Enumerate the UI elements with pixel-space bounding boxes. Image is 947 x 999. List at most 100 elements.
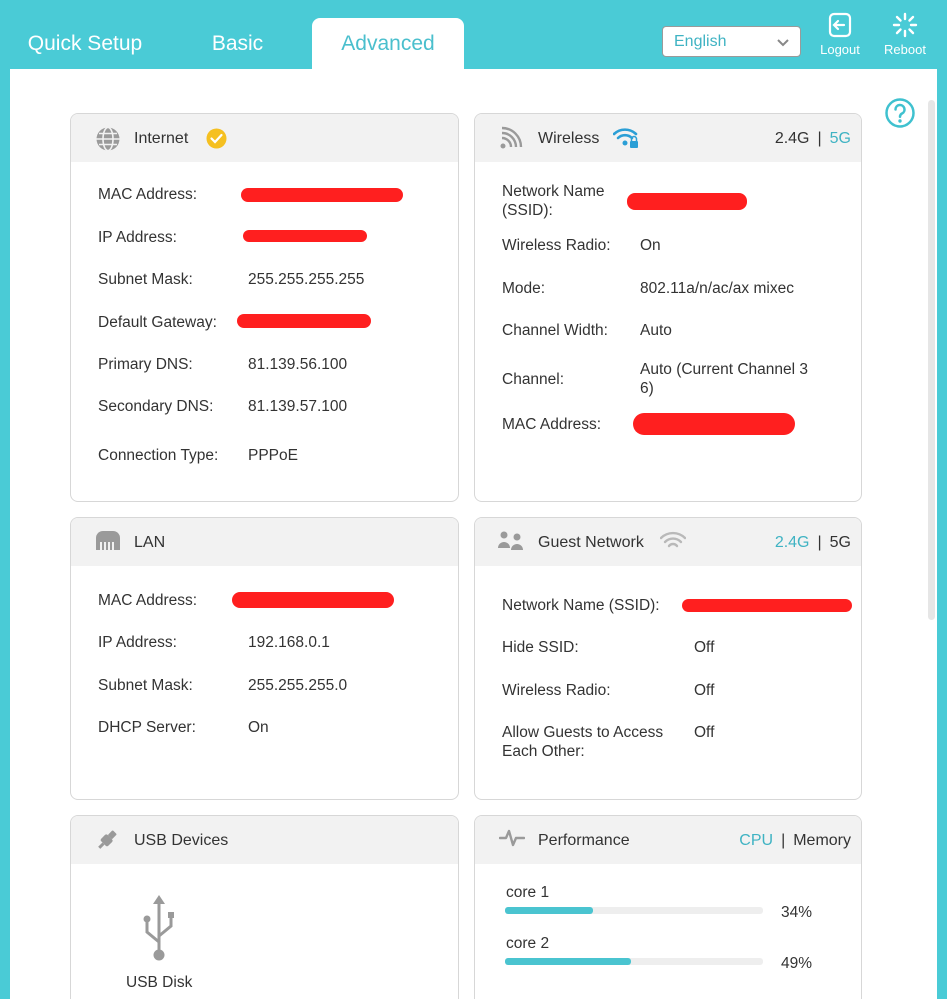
logout-icon (828, 12, 852, 38)
wifi-status-icon (613, 128, 638, 148)
performance-toggle-memory[interactable]: Memory (793, 832, 851, 849)
guests-icon (498, 531, 523, 550)
guest-allow-access-label-line1: Allow Guests to Access (502, 724, 664, 741)
lan-dhcp-label: DHCP Server: (98, 719, 196, 736)
wireless-card: Wireless 2.4G | 5G Network Name (SSID): Wi… (474, 113, 862, 502)
redacted-internet-ip (243, 230, 367, 242)
guest-network-card-header: Guest Network 2.4G | 5G (475, 518, 861, 566)
guest-hide-ssid-label: Hide SSID: (502, 639, 579, 656)
core-1-label: core 1 (506, 884, 550, 901)
internet-ip-label: IP Address: (98, 229, 177, 246)
lan-ip-label: IP Address: (98, 634, 177, 651)
lan-card-title: LAN (134, 534, 166, 551)
internet-primary-dns-value: 81.139.56.100 (248, 356, 348, 373)
usb-icon[interactable] (139, 894, 179, 964)
wifi-icon (660, 531, 686, 548)
internet-card-title: Internet (134, 130, 189, 147)
reboot-icon (892, 12, 918, 38)
guest-band-5g[interactable]: 5G (830, 534, 851, 551)
internet-subnet-label: Subnet Mask: (98, 271, 193, 288)
wireless-card-title: Wireless (538, 130, 600, 147)
wireless-radio-label: Wireless Radio: (502, 237, 611, 254)
core-1-percent: 34% (781, 904, 813, 921)
core-2-bar-fill (505, 958, 632, 965)
wireless-band-separator: | (817, 130, 822, 147)
wireless-signal-icon (500, 126, 523, 149)
guest-band-24g[interactable]: 2.4G (775, 534, 810, 551)
lan-port-icon (96, 531, 120, 550)
redacted-internet-mac (241, 188, 403, 202)
lan-subnet-label: Subnet Mask: (98, 677, 193, 694)
core-1-bar (505, 907, 763, 914)
performance-toggle-cpu[interactable]: CPU (739, 832, 773, 849)
wireless-mac-label: MAC Address: (502, 416, 602, 433)
guest-radio-value: Off (694, 682, 715, 699)
guest-ssid-label: Network Name (SSID): (502, 597, 660, 614)
wireless-channel-value-line1: Auto (Current Channel 3 (640, 361, 809, 378)
wireless-band-24g[interactable]: 2.4G (775, 130, 810, 147)
core-2-label: core 2 (506, 935, 550, 952)
redacted-guest-ssid (682, 599, 852, 612)
wireless-band-toggle: 2.4G | 5G (775, 130, 851, 148)
globe-icon (96, 126, 120, 152)
wireless-channel-value-line2: 6) (640, 380, 654, 397)
redacted-internet-gateway (237, 314, 371, 328)
performance-card: Performance CPU | Memory core 1 34% core 2… (474, 815, 862, 999)
pulse-icon (499, 829, 525, 847)
top-navigation: Quick Setup Basic Advanced English Logou… (0, 0, 947, 70)
lan-ip-value: 192.168.0.1 (248, 634, 330, 651)
lan-mac-label: MAC Address: (98, 592, 198, 609)
internet-subnet-value: 255.255.255.255 (248, 271, 365, 288)
guest-network-card: Guest Network 2.4G | 5G Network Name (SSID… (474, 517, 862, 800)
reboot-button[interactable]: Reboot (875, 12, 935, 57)
core-1-bar-fill (505, 907, 593, 914)
guest-hide-ssid-value: Off (694, 639, 715, 656)
language-select[interactable]: English (662, 26, 801, 57)
performance-card-title: Performance (538, 832, 630, 849)
wireless-band-5g[interactable]: 5G (830, 130, 851, 147)
internet-connection-type-value: PPPoE (248, 447, 298, 464)
guest-band-toggle: 2.4G | 5G (775, 534, 851, 552)
tab-advanced[interactable]: Advanced (312, 18, 464, 70)
guest-band-separator: | (817, 534, 822, 551)
lan-card: LAN MAC Address: IP Address: 192.168.0.1… (70, 517, 459, 800)
internet-card: Internet MAC Address: IP Address: Subnet… (70, 113, 459, 502)
reboot-label: Reboot (884, 42, 926, 57)
connected-check-icon (206, 128, 227, 149)
performance-toggle-separator: | (781, 832, 786, 849)
guest-allow-access-value: Off (694, 724, 715, 741)
language-selected: English (674, 32, 727, 50)
internet-secondary-dns-value: 81.139.57.100 (248, 398, 348, 415)
guest-radio-label: Wireless Radio: (502, 682, 611, 699)
wireless-ssid-label-line1: Network Name (502, 183, 605, 200)
internet-card-header: Internet (71, 114, 458, 162)
wireless-mode-value: 802.11a/n/ac/ax mixec (640, 280, 794, 297)
scrollbar[interactable] (928, 100, 935, 620)
redacted-wireless-mac (633, 413, 795, 435)
wireless-channel-width-value: Auto (640, 322, 672, 339)
chevron-down-icon (777, 39, 789, 47)
usb-disk-label[interactable]: USB Disk (126, 973, 192, 992)
tab-quick-setup[interactable]: Quick Setup (10, 18, 160, 70)
usb-plug-icon (98, 830, 117, 849)
performance-toggle: CPU | Memory (739, 832, 851, 850)
guest-allow-access-label-line2: Each Other: (502, 743, 585, 760)
internet-gateway-label: Default Gateway: (98, 314, 217, 331)
lan-subnet-value: 255.255.255.0 (248, 677, 348, 694)
usb-devices-card-header: USB Devices (71, 816, 458, 864)
performance-card-header: Performance CPU | Memory (475, 816, 861, 864)
help-icon[interactable] (884, 97, 916, 129)
core-2-bar (505, 958, 763, 965)
usb-devices-card-title: USB Devices (134, 832, 229, 849)
wireless-card-header: Wireless 2.4G | 5G (475, 114, 861, 162)
wireless-ssid-label-line2: (SSID): (502, 202, 553, 219)
lan-card-header: LAN (71, 518, 458, 566)
internet-mac-label: MAC Address: (98, 186, 198, 203)
redacted-lan-mac (232, 592, 394, 608)
tab-basic[interactable]: Basic (180, 18, 295, 70)
wireless-channel-label: Channel: (502, 371, 565, 388)
wireless-channel-width-label: Channel Width: (502, 322, 608, 339)
logout-button[interactable]: Logout (810, 12, 870, 57)
logout-label: Logout (820, 42, 860, 57)
internet-secondary-dns-label: Secondary DNS: (98, 398, 214, 415)
